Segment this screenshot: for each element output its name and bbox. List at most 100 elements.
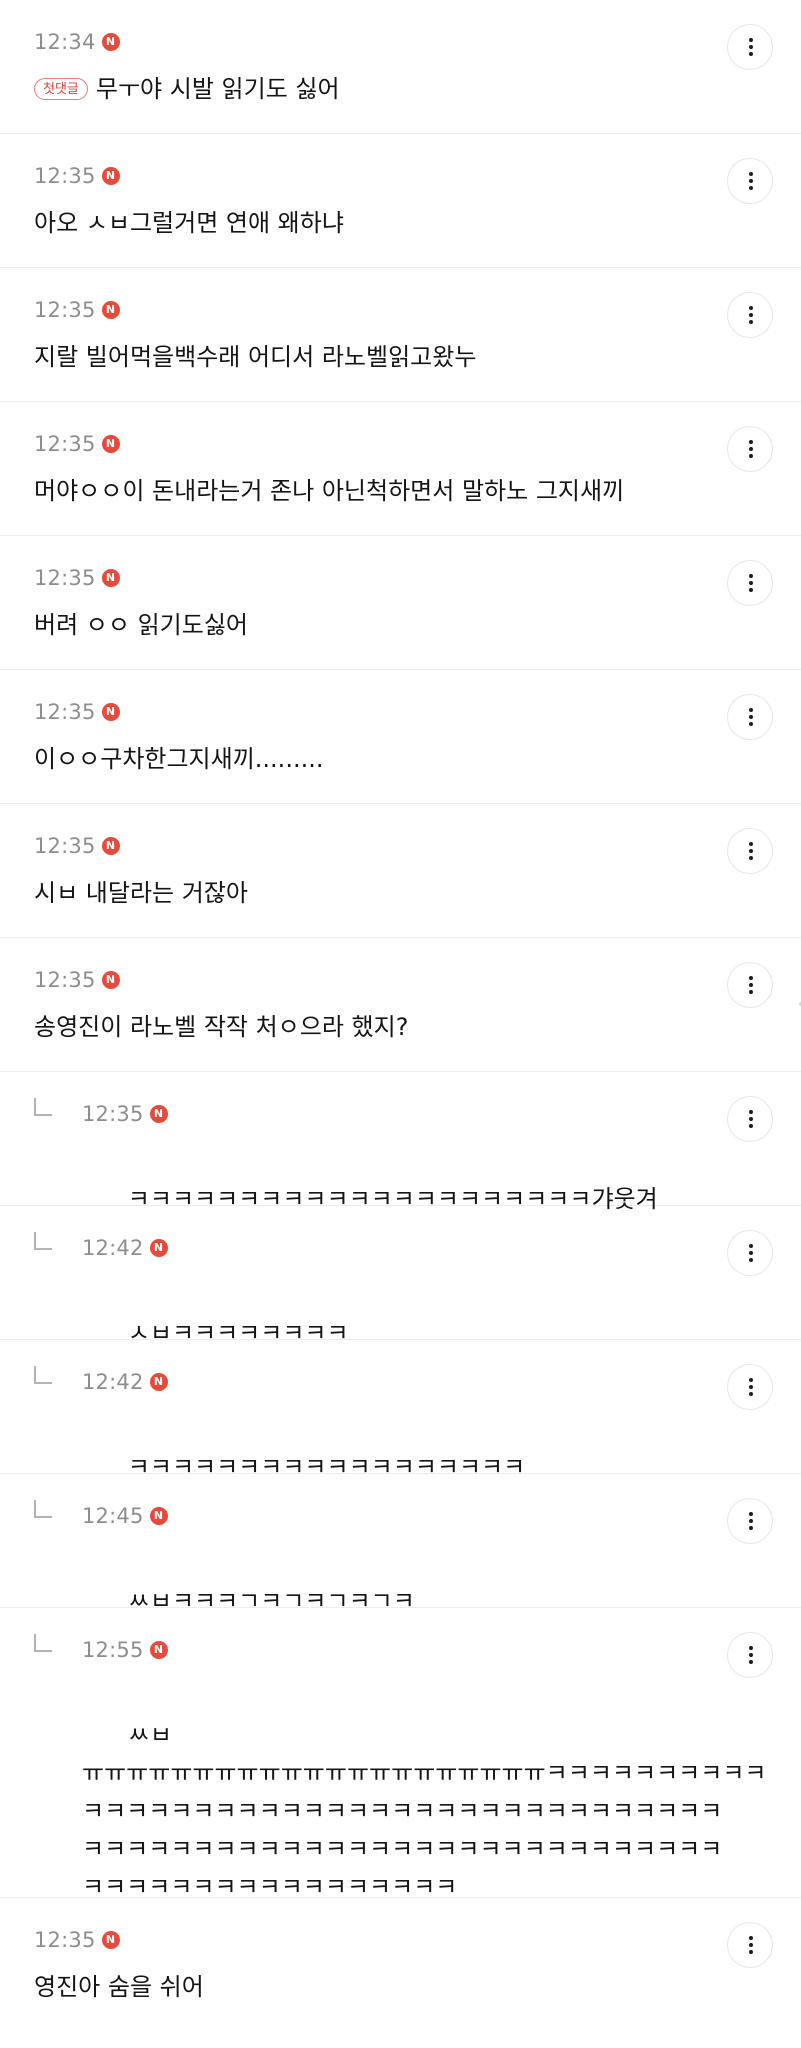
comment-body: 영진아 숨을 쉬어 bbox=[34, 1968, 204, 2006]
new-badge-icon: N bbox=[101, 167, 120, 185]
more-options-button[interactable] bbox=[727, 1364, 773, 1410]
comment-time: 12:42 bbox=[82, 1236, 144, 1260]
reply-item: 12:45 N ㅆㅂㅋㅋㅋㄱㅋㄱㅋㄱㅋㄱㅋ bbox=[0, 1474, 801, 1615]
more-options-button[interactable] bbox=[727, 426, 773, 472]
reply-arrow-icon bbox=[34, 1634, 52, 1652]
comment-time: 12:35 bbox=[34, 1928, 96, 1952]
reply-arrow-icon bbox=[34, 1500, 52, 1518]
more-vertical-icon bbox=[749, 842, 753, 846]
new-badge-icon: N bbox=[101, 703, 120, 721]
comment-time: 12:35 bbox=[34, 566, 96, 590]
more-vertical-icon bbox=[749, 172, 753, 176]
comment-item: 12:35 N 이ㅇㅇ구차한그지새끼......... bbox=[0, 670, 801, 804]
comment-time: 12:45 bbox=[82, 1504, 144, 1528]
more-vertical-icon bbox=[749, 1244, 753, 1248]
comment-time: 12:35 bbox=[34, 432, 96, 456]
comment-meta: 12:34 N bbox=[34, 28, 120, 56]
comment-meta: 12:35 N bbox=[82, 1100, 168, 1128]
comment-item: 12:35 N 시ㅂ 내달라는 거잖아 bbox=[0, 804, 801, 938]
more-vertical-icon bbox=[749, 306, 753, 310]
more-options-button[interactable] bbox=[727, 1922, 773, 1968]
comment-time: 12:35 bbox=[82, 1102, 144, 1126]
comment-time: 12:35 bbox=[34, 164, 96, 188]
comment-item: 12:35 N 버려 ㅇㅇ 읽기도싫어 bbox=[0, 536, 801, 670]
comment-text: 아오 ㅅㅂ그럴거면 연애 왜하냐 bbox=[34, 209, 344, 237]
comment-body: 시ㅂ 내달라는 거잖아 bbox=[34, 874, 248, 912]
comment-body: 지랄 빌어먹을백수래 어디서 라노벨읽고왔누 bbox=[34, 338, 476, 376]
new-badge-icon: N bbox=[101, 569, 120, 587]
comment-meta: 12:42 N bbox=[82, 1234, 168, 1262]
comment-meta: 12:35 N bbox=[34, 698, 120, 726]
new-badge-icon: N bbox=[149, 1641, 168, 1659]
comment-text: 버려 ㅇㅇ 읽기도싫어 bbox=[34, 611, 248, 639]
more-options-button[interactable] bbox=[727, 158, 773, 204]
comment-time: 12:35 bbox=[34, 834, 96, 858]
comment-meta: 12:35 N bbox=[34, 430, 120, 458]
more-options-button[interactable] bbox=[727, 828, 773, 874]
new-badge-icon: N bbox=[101, 33, 120, 51]
comment-meta: 12:45 N bbox=[82, 1502, 168, 1530]
comment-text: 이ㅇㅇ구차한그지새끼......... bbox=[34, 745, 324, 773]
comment-time: 12:35 bbox=[34, 968, 96, 992]
reply-item: 12:42 N ㅅㅂㅋㅋㅋㅋㅋㅋㅋㅋ bbox=[0, 1206, 801, 1347]
comment-item: 12:35 N 아오 ㅅㅂ그럴거면 연애 왜하냐 bbox=[0, 134, 801, 268]
more-options-button[interactable] bbox=[727, 1230, 773, 1276]
comment-text: 송영진이 라노벨 작작 처ㅇ으라 했지? bbox=[34, 1013, 409, 1041]
comment-meta: 12:35 N bbox=[34, 296, 120, 324]
first-comment-badge: 첫댓글 bbox=[34, 78, 88, 100]
comment-item: 12:35 N 지랄 빌어먹을백수래 어디서 라노벨읽고왔누 bbox=[0, 268, 801, 402]
comment-time: 12:35 bbox=[34, 700, 96, 724]
comment-item: 12:35 N 송영진이 라노벨 작작 처ㅇ으라 했지? bbox=[0, 938, 801, 1072]
new-badge-icon: N bbox=[101, 837, 120, 855]
more-options-button[interactable] bbox=[727, 1498, 773, 1544]
comment-text: 시ㅂ 내달라는 거잖아 bbox=[34, 879, 248, 907]
comment-body: 버려 ㅇㅇ 읽기도싫어 bbox=[34, 606, 248, 644]
more-vertical-icon bbox=[749, 1378, 753, 1382]
more-options-button[interactable] bbox=[727, 560, 773, 606]
comment-meta: 12:35 N bbox=[34, 966, 120, 994]
reply-item: 12:42 N ㅋㅋㅋㅋㅋㅋㅋㅋㅋㅋㅋㅋㅋㅋㅋㅋㅋㅋ bbox=[0, 1340, 801, 1481]
new-badge-icon: N bbox=[149, 1239, 168, 1257]
new-badge-icon: N bbox=[101, 1931, 120, 1949]
more-options-button[interactable] bbox=[727, 1632, 773, 1678]
comment-body: 머야ㅇㅇ이 돈내라는거 존나 아닌척하면서 말하노 그지새끼 bbox=[34, 472, 624, 510]
reply-arrow-icon bbox=[34, 1098, 52, 1116]
comment-meta: 12:42 N bbox=[82, 1368, 168, 1396]
comment-time: 12:34 bbox=[34, 30, 96, 54]
more-vertical-icon bbox=[749, 1646, 753, 1650]
more-vertical-icon bbox=[749, 574, 753, 578]
comment-item: 12:34 N 첫댓글 무ㅜ야 시발 읽기도 싫어 bbox=[0, 0, 801, 134]
comment-text: ㅆㅂ ㅠㅠㅠㅠㅠㅠㅠㅠㅠㅠㅠㅠㅠㅠㅠㅠㅠㅠㅠㅠㅠㅋㅋㅋㅋㅋㅋㅋㅋㅋㅋ ㅋㅋㅋㅋㅋ… bbox=[82, 1721, 767, 1901]
more-vertical-icon bbox=[749, 976, 753, 980]
comment-time: 12:35 bbox=[34, 298, 96, 322]
new-badge-icon: N bbox=[149, 1105, 168, 1123]
new-badge-icon: N bbox=[149, 1507, 168, 1525]
more-vertical-icon bbox=[749, 1936, 753, 1940]
comment-text: 지랄 빌어먹을백수래 어디서 라노벨읽고왔누 bbox=[34, 343, 477, 371]
new-badge-icon: N bbox=[101, 301, 120, 319]
comment-body: 아오 ㅅㅂ그럴거면 연애 왜하냐 bbox=[34, 204, 344, 242]
comment-meta: 12:35 N bbox=[34, 564, 120, 592]
new-badge-icon: N bbox=[149, 1373, 168, 1391]
more-options-button[interactable] bbox=[727, 1096, 773, 1142]
more-options-button[interactable] bbox=[727, 694, 773, 740]
more-vertical-icon bbox=[749, 440, 753, 444]
more-vertical-icon bbox=[749, 1512, 753, 1516]
comment-time: 12:42 bbox=[82, 1370, 144, 1394]
more-options-button[interactable] bbox=[727, 962, 773, 1008]
more-vertical-icon bbox=[749, 1110, 753, 1114]
new-badge-icon: N bbox=[101, 435, 120, 453]
more-options-button[interactable] bbox=[727, 292, 773, 338]
new-badge-icon: N bbox=[101, 971, 120, 989]
comment-meta: 12:35 N bbox=[34, 832, 120, 860]
comment-item: 12:35 N 머야ㅇㅇ이 돈내라는거 존나 아닌척하면서 말하노 그지새끼 bbox=[0, 402, 801, 536]
comment-text: 영진아 숨을 쉬어 bbox=[34, 1973, 204, 2001]
comment-meta: 12:55 N bbox=[82, 1636, 168, 1664]
comment-body: 첫댓글 무ㅜ야 시발 읽기도 싫어 bbox=[34, 70, 340, 108]
reply-arrow-icon bbox=[34, 1366, 52, 1384]
comment-text: 무ㅜ야 시발 읽기도 싫어 bbox=[95, 75, 340, 103]
comment-meta: 12:35 N bbox=[34, 1926, 120, 1954]
comment-body: 이ㅇㅇ구차한그지새끼......... bbox=[34, 740, 323, 778]
comment-list: 12:34 N 첫댓글 무ㅜ야 시발 읽기도 싫어 12:35 N 아오 ㅅㅂ그… bbox=[0, 0, 801, 2048]
more-options-button[interactable] bbox=[727, 24, 773, 70]
